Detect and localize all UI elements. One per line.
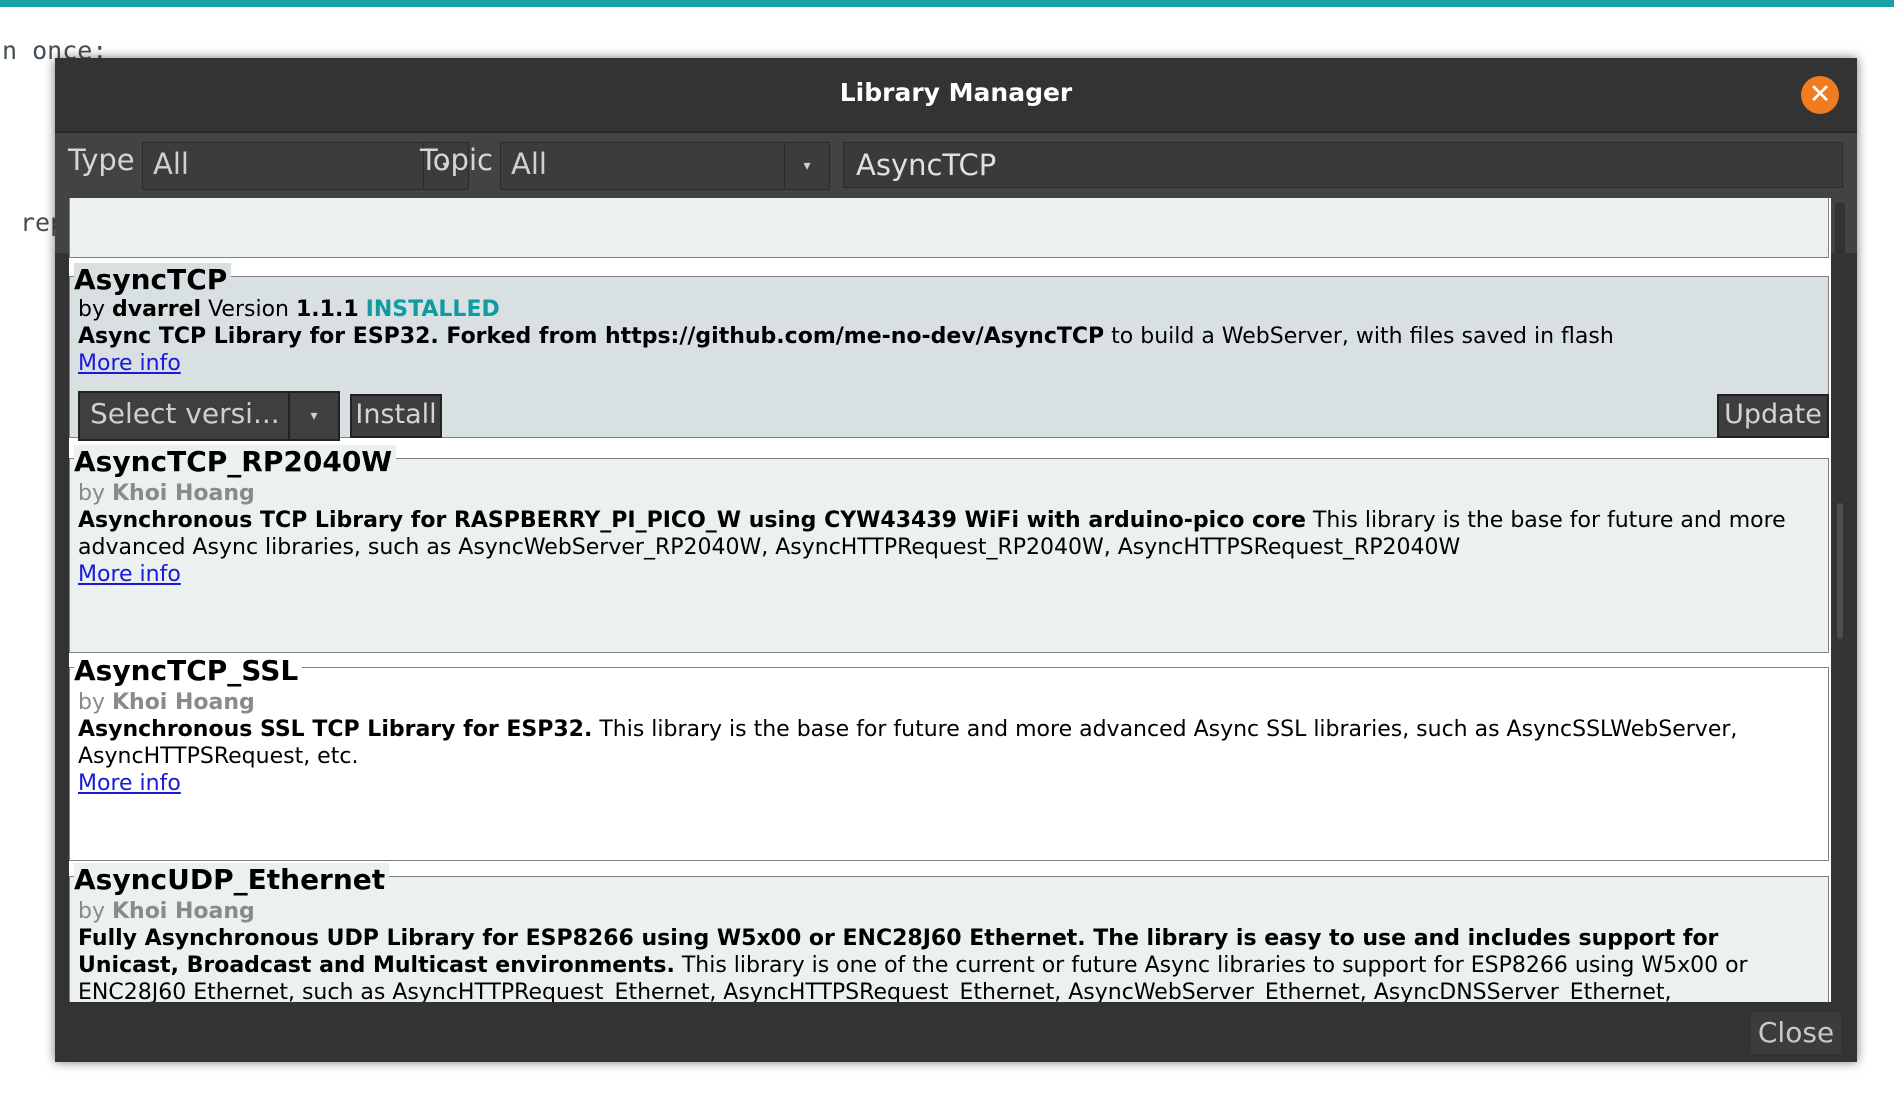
library-description: Asynchronous SSL TCP Library for ESP32. … — [78, 717, 1737, 742]
library-name: AsyncUDP_Ethernet — [74, 863, 390, 896]
library-meta: by Khoi Hoang — [78, 690, 255, 715]
author: Khoi Hoang — [111, 899, 255, 924]
version-select[interactable]: Select versi... ▾ — [78, 391, 340, 441]
topic-select-value: All — [511, 147, 547, 181]
by-text: by — [78, 690, 105, 715]
by-text: by — [78, 899, 105, 924]
library-meta: by Khoi Hoang — [78, 899, 255, 924]
description-bold: Unicast, Broadcast and Multicast environ… — [78, 953, 675, 978]
library-name: AsyncTCP — [74, 263, 232, 296]
version-label: Version — [208, 297, 289, 322]
library-description-line: advanced Async libraries, such as AsyncW… — [78, 535, 1461, 560]
library-meta: by dvarrel Version 1.1.1 INSTALLED — [78, 297, 500, 322]
list-item[interactable] — [69, 198, 1829, 258]
description-bold: Asynchronous SSL TCP Library for ESP32. — [78, 717, 593, 742]
more-info-link[interactable]: More info — [78, 771, 181, 796]
library-description: Fully Asynchronous UDP Library for ESP82… — [78, 926, 1718, 951]
description-bold: Async TCP Library for ESP32. Forked from… — [78, 324, 1105, 349]
author: Khoi Hoang — [111, 690, 255, 715]
install-button[interactable]: Install — [350, 394, 442, 438]
type-label: Type — [68, 143, 135, 177]
scrollbar-thumb[interactable] — [1837, 503, 1843, 639]
version: 1.1.1 — [296, 297, 359, 322]
author: Khoi Hoang — [111, 481, 255, 506]
topic-select[interactable]: All ▾ — [500, 142, 830, 190]
more-info-link[interactable]: More info — [78, 562, 181, 587]
library-item-asynctcp-rp2040w[interactable]: AsyncTCP_RP2040W by Khoi Hoang Asynchron… — [69, 445, 1829, 653]
description-text: This library is the base for future and … — [592, 717, 1738, 742]
close-button[interactable]: Close — [1751, 1012, 1841, 1054]
dialog-title: Library Manager — [839, 78, 1073, 107]
update-button[interactable]: Update — [1717, 394, 1829, 438]
description-bold: Asynchronous TCP Library for RASPBERRY_P… — [78, 508, 1306, 533]
description-bold: Fully Asynchronous UDP Library for ESP82… — [78, 926, 1719, 951]
installed-badge: INSTALLED — [365, 297, 500, 322]
library-item-asynctcp-ssl[interactable]: AsyncTCP_SSL by Khoi Hoang Asynchronous … — [69, 654, 1829, 861]
library-name: AsyncTCP_RP2040W — [74, 445, 397, 478]
topic-label: Topic — [420, 143, 493, 177]
author: dvarrel — [111, 297, 202, 322]
library-description: Asynchronous TCP Library for RASPBERRY_P… — [78, 508, 1786, 533]
editor-accent-bar — [0, 0, 1894, 7]
library-item-asyncudp-ethernet[interactable]: AsyncUDP_Ethernet by Khoi Hoang Fully As… — [69, 863, 1829, 1002]
library-description-line: ENC28J60 Ethernet, such as AsyncHTTPRequ… — [78, 980, 1672, 1002]
by-text: by — [78, 481, 105, 506]
library-manager-dialog: Library Manager ✕ Type All ▾ Topic All ▾… — [55, 58, 1857, 1062]
library-name: AsyncTCP_SSL — [74, 654, 303, 687]
description-text: to build a WebServer, with files saved i… — [1104, 324, 1614, 349]
library-meta: by Khoi Hoang — [78, 481, 255, 506]
library-description: Async TCP Library for ESP32. Forked from… — [78, 324, 1614, 349]
close-icon[interactable]: ✕ — [1801, 76, 1839, 114]
dialog-titlebar: Library Manager ✕ — [55, 58, 1857, 133]
version-select-value: Select versi... — [90, 397, 280, 430]
description-text: This library is one of the current or fu… — [674, 953, 1748, 978]
library-item-asynctcp[interactable]: AsyncTCP by dvarrel Version 1.1.1 INSTAL… — [69, 263, 1829, 441]
more-info-link[interactable]: More info — [78, 351, 181, 376]
search-input[interactable] — [843, 142, 1843, 188]
library-list: AsyncTCP by dvarrel Version 1.1.1 INSTAL… — [69, 198, 1831, 1002]
description-text: This library is the base for future and … — [1305, 508, 1786, 533]
library-description-line: Unicast, Broadcast and Multicast environ… — [78, 953, 1748, 978]
chevron-down-icon: ▾ — [288, 393, 338, 439]
type-select-value: All — [153, 147, 189, 181]
library-description-line: AsyncHTTPSRequest, etc. — [78, 744, 359, 769]
chevron-down-icon: ▾ — [784, 143, 829, 189]
by-text: by — [78, 297, 105, 322]
